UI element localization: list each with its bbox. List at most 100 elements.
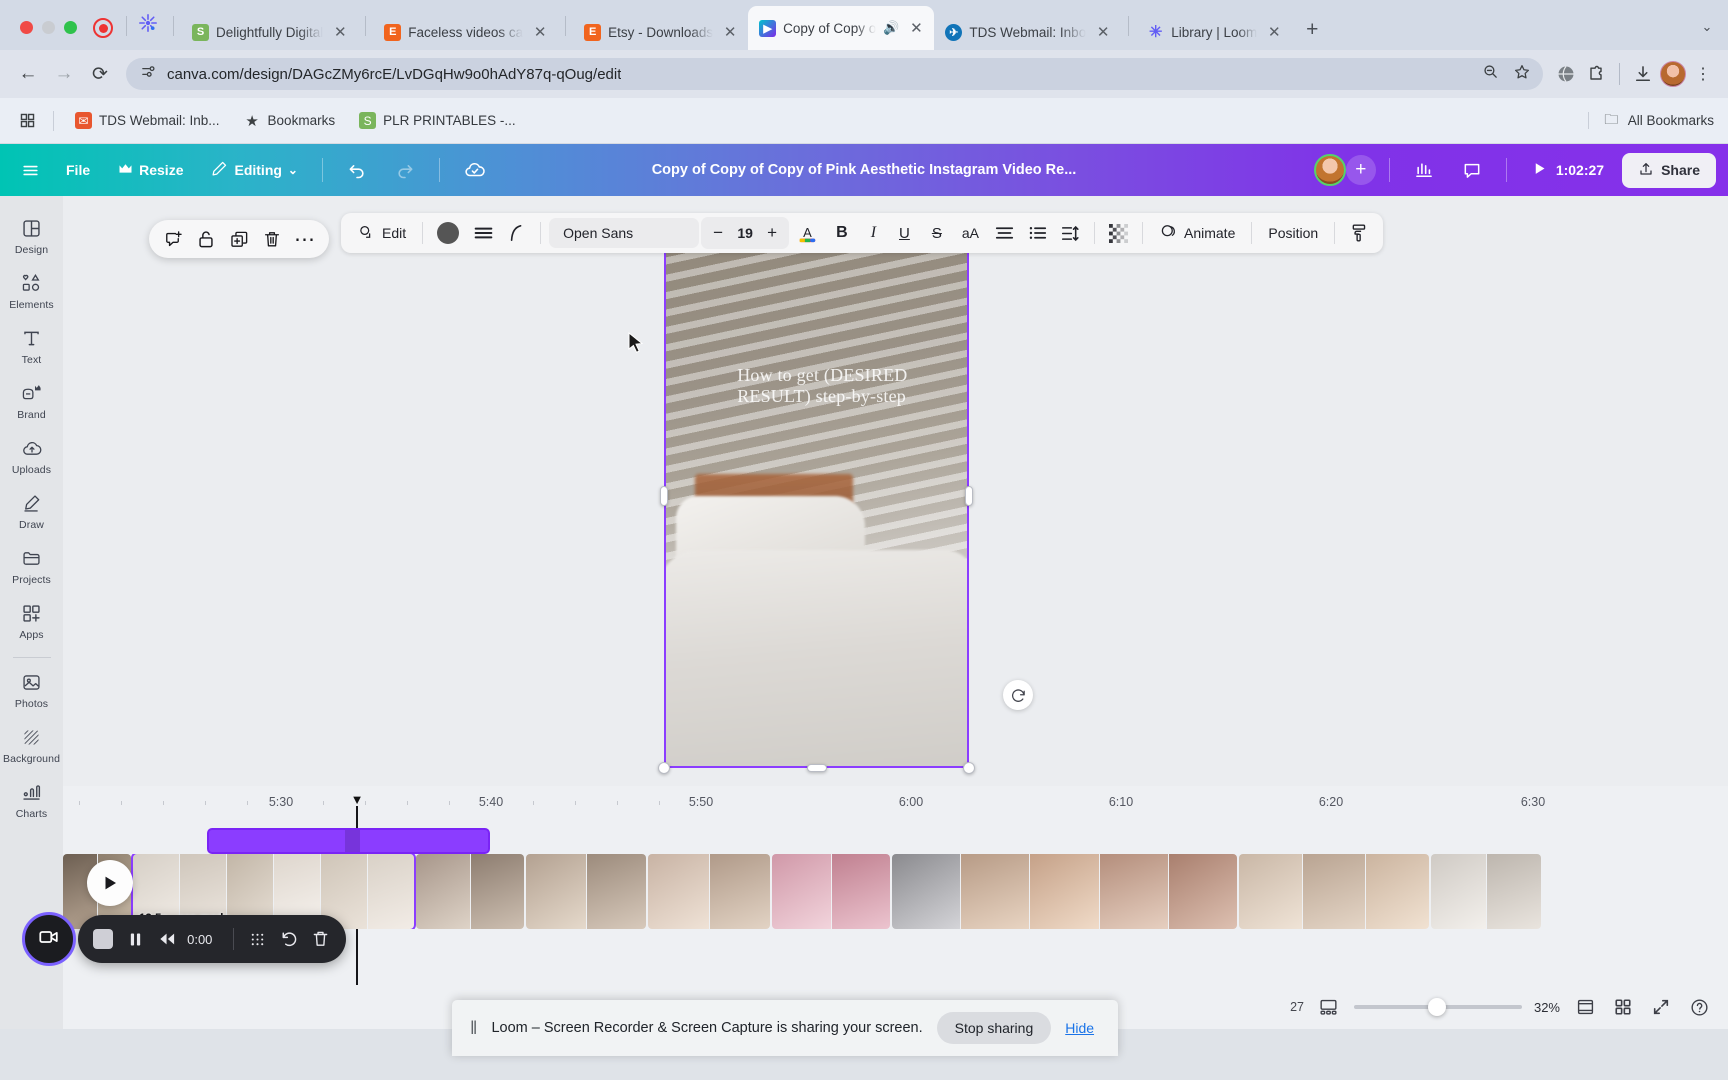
pause-icon[interactable] (124, 925, 147, 953)
resize-button[interactable]: Resize (107, 155, 194, 185)
present-button[interactable]: 1:02:27 (1520, 154, 1616, 186)
close-tab-button[interactable]: ✕ (1093, 22, 1113, 42)
drag-handle-icon[interactable]: ‖ (470, 1018, 477, 1039)
zoom-slider[interactable] (1353, 998, 1522, 1016)
sidebar-item-photos[interactable]: Photos (3, 662, 61, 717)
close-tab-button[interactable]: ✕ (530, 22, 550, 42)
lock-open-icon[interactable] (191, 224, 221, 254)
close-window-button[interactable] (20, 21, 33, 34)
animate-button[interactable]: Animate (1151, 216, 1243, 250)
chrome-menu-icon[interactable]: ⋮ (1690, 61, 1716, 87)
audio-track-clip[interactable] (207, 828, 490, 854)
timeline-view-icon[interactable] (1316, 994, 1342, 1020)
downloads-icon[interactable] (1630, 61, 1656, 87)
browser-tab[interactable]: E Etsy - Downloads ✕ (573, 14, 748, 50)
grid-view-icon[interactable] (1610, 994, 1636, 1020)
sidebar-item-elements[interactable]: Elements (3, 263, 61, 318)
italic-button[interactable]: I (860, 218, 887, 248)
timeline-ruler[interactable]: 5:30 5:40 5:50 6:00 6:10 6:20 6:30 ▼ (63, 786, 1728, 822)
text-case-button[interactable]: aA (954, 219, 987, 247)
undo-icon[interactable] (336, 153, 378, 187)
close-tab-button[interactable]: ✕ (1264, 22, 1284, 42)
sidebar-item-brand[interactable]: Brand (3, 373, 61, 428)
sidebar-item-background[interactable]: Background (3, 717, 61, 772)
resize-handle-bottom-right[interactable] (963, 762, 975, 774)
extensions-puzzle-icon[interactable] (1583, 61, 1609, 87)
playhead-handle[interactable]: ▼ (351, 792, 364, 807)
edit-button[interactable]: Edit (350, 217, 414, 250)
decrease-font-size-button[interactable]: − (711, 223, 725, 243)
trash-icon[interactable] (309, 925, 332, 953)
close-tab-button[interactable]: ✕ (720, 22, 740, 42)
text-color-circle-icon[interactable] (431, 216, 465, 250)
zoom-out-icon[interactable] (1482, 63, 1499, 85)
tab-search-chevron-down-icon[interactable]: ⌄ (1692, 12, 1722, 42)
zoom-percent-label[interactable]: 32% (1534, 1000, 1560, 1015)
browser-tab-active[interactable]: ▶ Copy of Copy o 🔊 ✕ (748, 6, 935, 50)
browser-tab[interactable]: ✈ TDS Webmail: Inbo ✕ (934, 14, 1121, 50)
resize-handle-bottom[interactable] (806, 764, 827, 772)
comment-icon[interactable] (1451, 153, 1493, 187)
lines-icon[interactable] (467, 218, 500, 248)
design-page[interactable]: How to get (DESIRED RESULT) step-by-step (658, 217, 975, 774)
rotate-icon[interactable] (1003, 680, 1033, 710)
timeline-play-button[interactable] (87, 860, 133, 906)
font-family-select[interactable]: Open Sans (549, 218, 700, 248)
resize-handle-right[interactable] (965, 485, 973, 506)
transparency-checker-icon[interactable] (1103, 218, 1134, 249)
comment-add-icon[interactable] (158, 224, 188, 254)
font-size-stepper[interactable]: − 19 + (701, 217, 790, 249)
rewind-icon[interactable] (155, 925, 178, 953)
timeline-clip[interactable] (1239, 854, 1429, 929)
editing-mode-button[interactable]: Editing ⌄ (200, 153, 309, 187)
fullscreen-icon[interactable] (1648, 994, 1674, 1020)
minimize-window-button[interactable] (42, 21, 55, 34)
close-tab-button[interactable]: ✕ (906, 18, 926, 38)
increase-font-size-button[interactable]: + (765, 223, 779, 243)
dots-grid-icon[interactable] (246, 925, 269, 953)
sidebar-item-charts[interactable]: Charts (3, 772, 61, 827)
reload-icon[interactable]: ⟳ (84, 58, 116, 90)
forward-icon[interactable]: → (48, 58, 80, 90)
stop-square-icon[interactable] (92, 925, 115, 953)
back-icon[interactable]: ← (12, 58, 44, 90)
strikethrough-button[interactable]: S (922, 219, 952, 248)
trash-icon[interactable] (257, 224, 287, 254)
sidebar-item-projects[interactable]: Projects (3, 538, 61, 593)
loom-pinned-icon[interactable] (134, 13, 166, 50)
stop-sharing-button[interactable]: Stop sharing (936, 1012, 1052, 1044)
restart-icon[interactable] (278, 925, 301, 953)
browser-tab[interactable]: E Faceless videos ca ✕ (373, 14, 558, 50)
hide-banner-link[interactable]: Hide (1065, 1020, 1094, 1036)
close-tab-button[interactable]: ✕ (330, 22, 350, 42)
apps-grid-icon[interactable] (14, 108, 40, 134)
share-button[interactable]: Share (1622, 152, 1716, 188)
font-size-value[interactable]: 19 (731, 225, 759, 241)
invite-members-button[interactable]: + (1345, 155, 1376, 185)
globe-extension-icon[interactable] (1553, 61, 1579, 87)
bold-button[interactable]: B (826, 218, 858, 248)
zoom-slider-knob[interactable] (1427, 998, 1446, 1016)
underline-button[interactable]: U (889, 219, 920, 248)
screen-recording-indicator-icon[interactable] (93, 18, 113, 38)
timeline-clip[interactable] (648, 854, 770, 929)
redo-icon[interactable] (384, 153, 426, 187)
timeline-panel[interactable]: 5:30 5:40 5:50 6:00 6:10 6:20 6:30 ▼ 27 … (63, 786, 1728, 1029)
font-color-A-icon[interactable]: A (791, 218, 824, 249)
cloud-check-icon[interactable] (453, 152, 497, 188)
sidebar-item-apps[interactable]: Apps (3, 593, 61, 648)
timeline-clip[interactable] (772, 854, 890, 929)
help-icon[interactable] (1686, 994, 1712, 1020)
avatar[interactable] (1313, 154, 1346, 186)
profile-avatar[interactable] (1660, 61, 1686, 87)
file-menu-button[interactable]: File (55, 155, 101, 185)
hamburger-icon[interactable] (12, 154, 49, 187)
design-title[interactable]: Copy of Copy of Copy of Pink Aesthetic I… (652, 162, 1077, 178)
sidebar-item-text[interactable]: Text (3, 318, 61, 373)
curve-text-icon[interactable] (502, 217, 532, 249)
bookmark-star-icon[interactable] (1513, 63, 1531, 86)
loom-camera-bubble[interactable] (22, 912, 76, 966)
paint-roller-icon[interactable] (1343, 217, 1374, 249)
bookmark-item[interactable]: S PLR PRINTABLES -... (351, 108, 524, 133)
bookmark-item[interactable]: ✉ TDS Webmail: Inb... (67, 108, 228, 133)
